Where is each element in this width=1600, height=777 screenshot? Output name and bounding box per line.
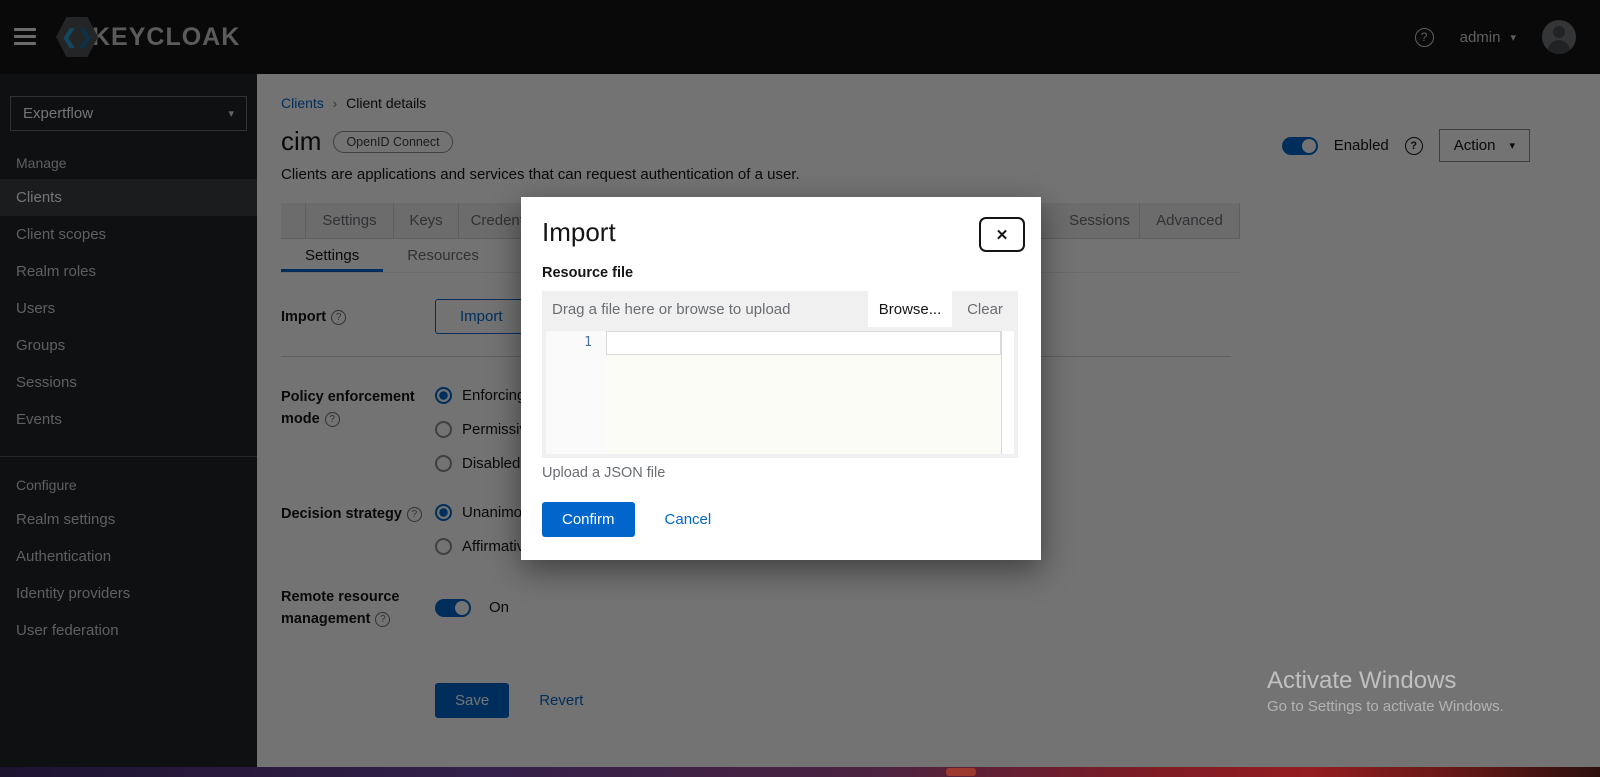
taskbar-icon: [946, 768, 976, 776]
confirm-button[interactable]: Confirm: [542, 502, 635, 537]
editor-body[interactable]: [606, 331, 1014, 454]
json-editor[interactable]: 1: [542, 327, 1018, 458]
modal-actions: Confirm Cancel: [542, 502, 711, 537]
upload-helper-text: Upload a JSON file: [542, 465, 665, 481]
import-modal: Import ✕ Resource file Drag a file here …: [521, 197, 1041, 560]
resource-file-label: Resource file: [542, 265, 633, 281]
taskbar-strip: [0, 767, 1600, 777]
file-drop-input[interactable]: Drag a file here or browse to upload: [542, 291, 868, 327]
modal-title: Import: [542, 217, 616, 248]
browse-button[interactable]: Browse...: [868, 291, 952, 327]
keycloak-admin-screen: ❮❯ KEYCLOAK ? admin ▾ Expertflow ▾ Manag…: [0, 0, 1600, 777]
editor-current-line[interactable]: [606, 331, 1001, 355]
editor-scrollbar[interactable]: [1001, 331, 1014, 454]
close-icon[interactable]: ✕: [979, 217, 1025, 252]
file-upload-bar: Drag a file here or browse to upload Bro…: [542, 291, 1018, 327]
editor-line-number: 1: [546, 331, 606, 454]
cancel-link[interactable]: Cancel: [665, 511, 712, 528]
clear-button[interactable]: Clear: [952, 291, 1018, 327]
